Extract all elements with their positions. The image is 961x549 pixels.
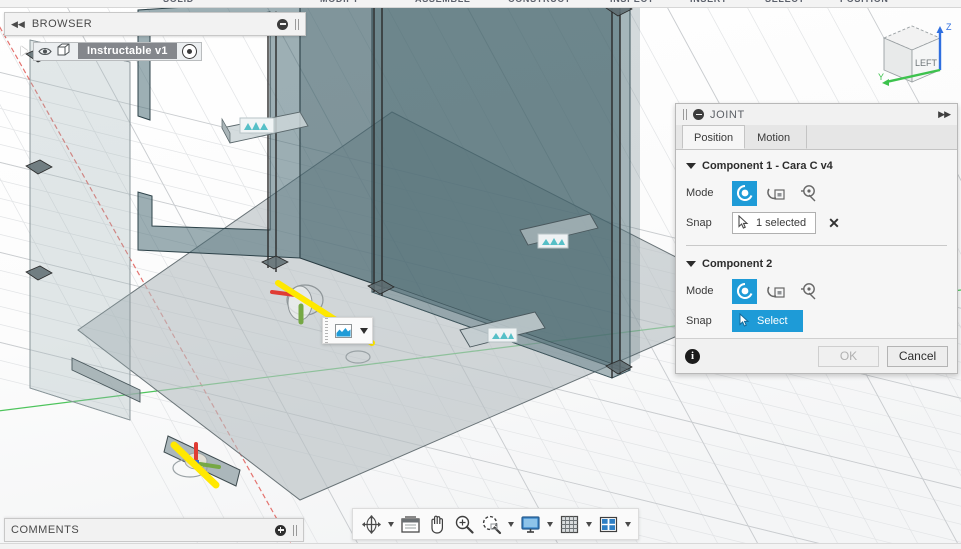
joint-dialog: JOINT ▶▶ Position Motion Component 1 - C…	[675, 103, 958, 374]
ribbon-tab-insert[interactable]: INSERT	[690, 0, 727, 4]
status-bar	[0, 543, 961, 549]
section-divider	[686, 245, 947, 246]
ribbon-tab-strip[interactable]: SOLID MODIFY ASSEMBLE CONSTRUCT INSPECT INSER…	[0, 0, 961, 8]
ribbon-tab-construct[interactable]: CONSTRUCT	[508, 0, 571, 4]
ribbon-tab-assemble[interactable]: ASSEMBLE	[415, 0, 471, 4]
snap-label: Snap	[686, 217, 712, 229]
snap-point-icon[interactable]	[732, 278, 757, 304]
drag-grip-icon[interactable]	[323, 318, 330, 343]
component-icon	[57, 43, 73, 60]
caret-down-icon[interactable]	[686, 261, 696, 267]
component-2-snap-selection[interactable]: Select	[732, 310, 803, 332]
fit-view-icon[interactable]	[397, 511, 423, 537]
section-component-1-title: Component 1 - Cara C v4	[702, 160, 833, 172]
double-right-arrow-icon[interactable]: ▶▶	[938, 109, 951, 120]
joint-dialog-tabs: Position Motion	[676, 125, 957, 150]
snap-two-edge-intersection-icon[interactable]	[796, 279, 821, 304]
browser-title: BROWSER	[31, 18, 93, 30]
zoom-window-icon[interactable]	[478, 511, 504, 537]
section-component-2: Component 2 Mode Snap Select	[676, 248, 957, 338]
joint-badge-upper-left	[239, 117, 275, 134]
component-2-snap-value: Select	[757, 315, 788, 327]
chevron-down-icon[interactable]	[505, 511, 516, 537]
viewcube-face-label: LEFT	[915, 58, 938, 68]
grip-handle-icon[interactable]	[293, 524, 297, 536]
navigation-bar	[352, 508, 639, 540]
orbit-icon[interactable]	[358, 511, 384, 537]
add-comment-icon[interactable]	[275, 524, 286, 536]
info-icon[interactable]: i	[685, 348, 700, 364]
component-2-mode-row: Mode	[676, 276, 957, 306]
browser-node-label[interactable]: Instructable v1	[78, 43, 177, 59]
joint-dialog-title: JOINT	[710, 108, 745, 121]
ribbon-tab-inspect[interactable]: INSPECT	[610, 0, 654, 4]
svg-text:Z: Z	[946, 22, 952, 32]
grip-handle-icon[interactable]	[683, 109, 687, 120]
selection-cursor-icon	[739, 312, 750, 330]
minimize-icon[interactable]	[277, 18, 288, 30]
selection-cursor-icon	[738, 214, 749, 232]
expand-triangle-icon[interactable]	[20, 46, 29, 57]
snap-two-edge-intersection-icon[interactable]	[796, 181, 821, 206]
caret-down-icon[interactable]	[686, 163, 696, 169]
snap-between-two-faces-icon[interactable]	[764, 181, 789, 206]
snap-plane-icon[interactable]	[330, 318, 356, 343]
component-1-mode-row: Mode	[676, 178, 957, 208]
mode-label: Mode	[686, 187, 714, 199]
section-component-1-header[interactable]: Component 1 - Cara C v4	[676, 156, 957, 178]
grip-handle-icon[interactable]	[295, 18, 299, 30]
chevron-down-icon[interactable]	[544, 511, 555, 537]
eye-icon[interactable]	[38, 46, 52, 57]
zoom-icon[interactable]	[451, 511, 477, 537]
grid-snaps-icon[interactable]	[556, 511, 582, 537]
chevron-down-icon[interactable]	[622, 511, 633, 537]
mode-label: Mode	[686, 285, 714, 297]
section-component-1: Component 1 - Cara C v4 Mode Snap 1 sele…	[676, 150, 957, 248]
component-2-snap-row: Snap Select	[676, 306, 957, 336]
pan-hand-icon[interactable]	[424, 511, 450, 537]
snap-label: Snap	[686, 315, 712, 327]
minimize-icon[interactable]	[693, 109, 704, 120]
comments-title: COMMENTS	[11, 524, 80, 536]
comments-panel: COMMENTS	[4, 518, 304, 542]
fusion-app-window: LEFT Z Y SOLID MODIFY ASSEMBLE CONSTRUCT INS…	[0, 0, 961, 549]
canvas-mini-toolbar	[322, 317, 373, 344]
ribbon-tab-select[interactable]: SELECT	[765, 0, 805, 4]
browser-panel: ◀◀ BROWSER	[4, 12, 306, 36]
browser-header: ◀◀ BROWSER	[5, 13, 305, 35]
section-component-2-header[interactable]: Component 2	[676, 254, 957, 276]
browser-node-instructable[interactable]: Instructable v1	[33, 41, 202, 61]
ribbon-tab-modify[interactable]: MODIFY	[320, 0, 359, 4]
joint-dialog-footer: i OK Cancel	[676, 338, 957, 373]
clear-x-icon[interactable]: ✕	[828, 216, 840, 230]
tab-position[interactable]: Position	[682, 125, 746, 149]
joint-badge-lower	[487, 327, 518, 343]
joint-dialog-header[interactable]: JOINT ▶▶	[676, 104, 957, 125]
ribbon-tab-solid[interactable]: SOLID	[163, 0, 194, 4]
component-1-snap-row: Snap 1 selected ✕	[676, 208, 957, 238]
svg-text:Y: Y	[878, 72, 884, 82]
browser-tree: Instructable v1	[20, 40, 202, 62]
snap-between-two-faces-icon[interactable]	[764, 279, 789, 304]
tabs-divider	[806, 125, 808, 149]
joint-badge-right	[537, 233, 569, 249]
ribbon-tab-position[interactable]: POSITION	[840, 0, 889, 4]
caret-down-icon[interactable]	[356, 318, 372, 343]
chevron-down-icon[interactable]	[385, 511, 396, 537]
ok-button[interactable]: OK	[818, 345, 879, 367]
display-settings-icon[interactable]	[517, 511, 543, 537]
tab-motion[interactable]: Motion	[745, 125, 802, 149]
component-1-snap-value: 1 selected	[756, 217, 807, 229]
section-component-2-title: Component 2	[702, 258, 773, 270]
viewport-layout-icon[interactable]	[595, 511, 621, 537]
chevron-down-icon[interactable]	[583, 511, 594, 537]
component-1-snap-selection[interactable]: 1 selected	[732, 212, 817, 234]
snap-point-icon[interactable]	[732, 180, 757, 206]
double-left-arrow-icon[interactable]: ◀◀	[11, 19, 25, 29]
cancel-button[interactable]: Cancel	[887, 345, 948, 367]
radio-target-icon[interactable]	[181, 43, 197, 59]
